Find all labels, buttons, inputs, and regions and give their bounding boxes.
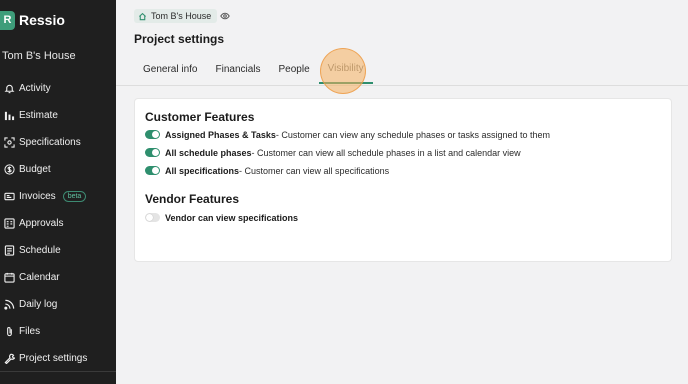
invoice-icon (3, 191, 15, 203)
sidebar-item-label: Estimate (19, 110, 58, 121)
sidebar-item-invoices[interactable]: Invoices beta (0, 183, 116, 210)
vendor-features-title: Vendor Features (145, 192, 240, 206)
bell-icon (3, 83, 15, 95)
sidebar-item-specifications[interactable]: Specifications (0, 129, 116, 156)
toggle-knob (152, 167, 159, 174)
tab-general-info[interactable]: General info (134, 55, 206, 84)
assigned-phases-toggle[interactable] (145, 130, 160, 139)
brand[interactable]: R Ressio (0, 10, 65, 30)
vendor-specifications-toggle[interactable] (145, 213, 160, 222)
feature-name: All specifications (165, 165, 240, 176)
customer-features-title: Customer Features (145, 110, 255, 124)
sidebar-nav: Activity Estimate Specifications Budget … (0, 75, 116, 372)
schedule-icon (3, 245, 15, 257)
sidebar-item-activity[interactable]: Activity (0, 75, 116, 102)
sidebar-divider (0, 371, 116, 372)
sidebar-item-approvals[interactable]: Approvals (0, 210, 116, 237)
feature-description: - Customer can view all schedule phases … (251, 147, 521, 158)
feature-description: - Customer can view any schedule phases … (275, 129, 551, 140)
sidebar-item-label: Daily log (19, 299, 58, 310)
approvals-icon (3, 218, 15, 230)
sidebar-item-estimate[interactable]: Estimate (0, 102, 116, 129)
breadcrumb-label: Tom B's House (151, 11, 212, 21)
sidebar-item-files[interactable]: Files (0, 318, 116, 345)
tabs-divider (116, 85, 688, 86)
sidebar-item-label: Activity (19, 83, 51, 94)
sidebar-item-budget[interactable]: Budget (0, 156, 116, 183)
tab-people[interactable]: People (270, 55, 319, 84)
visibility-card: Customer Features Assigned Phases & Task… (134, 98, 672, 262)
sidebar-item-label: Project settings (19, 353, 88, 364)
home-icon (138, 12, 147, 20)
sidebar-item-label: Invoices (19, 191, 56, 202)
feature-name: All schedule phases (165, 147, 252, 158)
project-name: Tom B's House (2, 50, 76, 62)
sidebar-item-project-settings[interactable]: Project settings (0, 345, 116, 372)
tab-financials[interactable]: Financials (206, 55, 269, 84)
all-schedule-phases-toggle[interactable] (145, 148, 160, 157)
toggle-knob (146, 214, 153, 221)
feature-name: Assigned Phases & Tasks (165, 129, 276, 140)
rss-icon (3, 299, 15, 311)
feature-all-schedule-phases: All schedule phases - Customer can view … (145, 146, 521, 159)
brand-logo: R (0, 10, 15, 30)
click-indicator (320, 48, 366, 94)
toggle-knob (152, 149, 159, 156)
feature-vendor-specifications: Vendor can view specifications (145, 211, 298, 224)
sidebar-item-label: Files (19, 326, 41, 337)
sidebar-item-calendar[interactable]: Calendar (0, 264, 116, 291)
sidebar-item-label: Budget (19, 164, 51, 175)
breadcrumb[interactable]: Tom B's House (134, 9, 218, 23)
feature-assigned-phases: Assigned Phases & Tasks - Customer can v… (145, 128, 550, 141)
scan-icon (3, 137, 15, 149)
beta-badge: beta (62, 191, 87, 202)
sidebar-item-label: Calendar (19, 272, 60, 283)
sidebar-item-schedule[interactable]: Schedule (0, 237, 116, 264)
toggle-knob (152, 131, 159, 138)
sidebar-item-label: Approvals (19, 218, 64, 229)
wrench-icon (3, 353, 15, 365)
sidebar: R Ressio Tom B's House Activity Estimate… (0, 0, 116, 384)
page-title: Project settings (134, 32, 225, 46)
paperclip-icon (3, 326, 15, 338)
calendar-icon (3, 272, 15, 284)
brand-name: Ressio (19, 12, 65, 28)
sidebar-item-label: Schedule (19, 245, 61, 256)
feature-all-specifications: All specifications - Customer can view a… (145, 164, 389, 177)
sidebar-item-label: Specifications (19, 137, 81, 148)
feature-description: - Customer can view all specifications (239, 165, 390, 176)
feature-name: Vendor can view specifications (165, 212, 299, 223)
all-specifications-toggle[interactable] (145, 166, 160, 175)
eye-icon[interactable] (220, 11, 230, 21)
sidebar-item-daily-log[interactable]: Daily log (0, 291, 116, 318)
bar-chart-icon (3, 110, 15, 122)
dollar-icon (3, 164, 15, 176)
